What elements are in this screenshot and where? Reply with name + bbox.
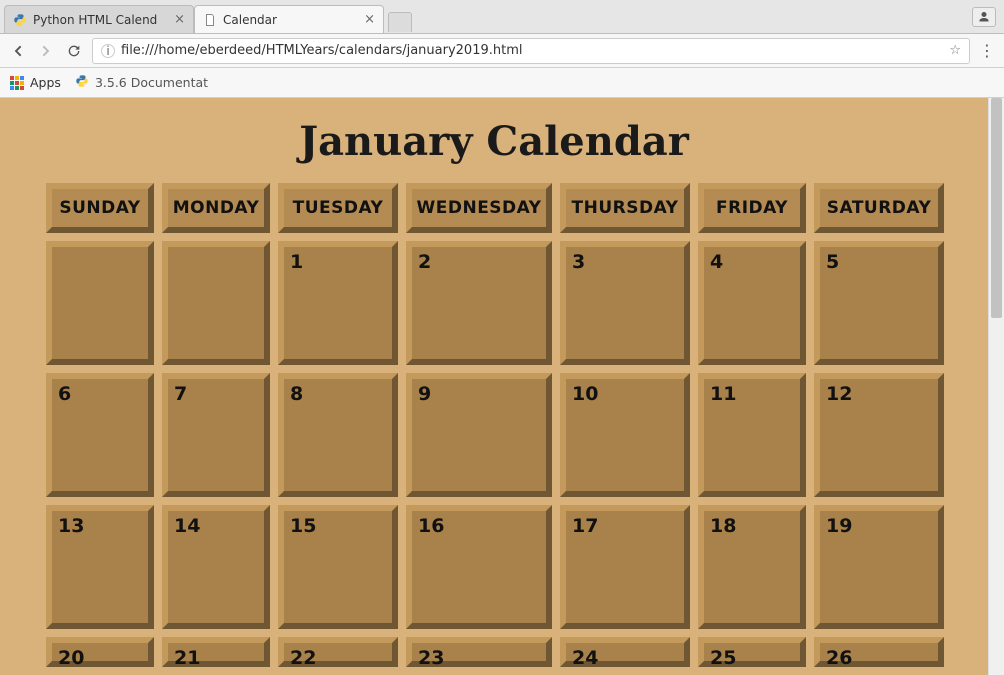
site-info-icon[interactable]: i	[101, 44, 115, 58]
user-menu-button[interactable]	[972, 7, 996, 27]
viewport: January Calendar SUNDAYMONDAYTUESDAYWEDN…	[0, 98, 1004, 675]
scrollbar-thumb[interactable]	[991, 98, 1002, 318]
calendar-cell: 21	[162, 637, 270, 667]
day-header: SATURDAY	[814, 183, 944, 233]
python-icon	[13, 13, 27, 27]
calendar-cell: 1	[278, 241, 398, 365]
calendar-cell: 11	[698, 373, 806, 497]
reload-button[interactable]	[64, 41, 84, 61]
day-header: SUNDAY	[46, 183, 154, 233]
arrow-left-icon	[10, 43, 26, 59]
bookmark-star-icon[interactable]: ☆	[949, 43, 961, 58]
tab-title: Calendar	[223, 13, 358, 27]
back-button[interactable]	[8, 41, 28, 61]
calendar-cell: 7	[162, 373, 270, 497]
calendar-cell: 15	[278, 505, 398, 629]
calendar-cell: 17	[560, 505, 690, 629]
page-title: January Calendar	[0, 118, 988, 165]
calendar-cell: 8	[278, 373, 398, 497]
python-icon	[75, 74, 89, 91]
calendar-cell	[46, 241, 154, 365]
calendar-cell: 23	[406, 637, 552, 667]
calendar-cell: 5	[814, 241, 944, 365]
calendar-cell: 13	[46, 505, 154, 629]
vertical-scrollbar[interactable]	[988, 98, 1004, 675]
calendar-cell: 16	[406, 505, 552, 629]
bookmarks-bar: Apps 3.5.6 Documentat	[0, 68, 1004, 98]
bookmark-label: 3.5.6 Documentat	[95, 75, 208, 90]
toolbar: i file:///home/eberdeed/HTMLYears/calend…	[0, 34, 1004, 68]
calendar-cell: 10	[560, 373, 690, 497]
bookmark-python-docs[interactable]: 3.5.6 Documentat	[75, 74, 208, 91]
tab-title: Python HTML Calend	[33, 13, 168, 27]
calendar-cell: 20	[46, 637, 154, 667]
browser-window: Python HTML Calend × Calendar × i file:/…	[0, 0, 1004, 675]
calendar-grid: SUNDAYMONDAYTUESDAYWEDNESDAYTHURSDAYFRID…	[46, 183, 942, 667]
day-header: TUESDAY	[278, 183, 398, 233]
calendar-cell: 9	[406, 373, 552, 497]
tab-calendar[interactable]: Calendar ×	[194, 5, 384, 33]
apps-label: Apps	[30, 75, 61, 90]
user-icon	[978, 11, 990, 23]
calendar-cell: 24	[560, 637, 690, 667]
calendar-page: January Calendar SUNDAYMONDAYTUESDAYWEDN…	[0, 98, 988, 675]
calendar-cell: 3	[560, 241, 690, 365]
calendar-cell: 12	[814, 373, 944, 497]
calendar-cell: 6	[46, 373, 154, 497]
day-header: THURSDAY	[560, 183, 690, 233]
tab-strip: Python HTML Calend × Calendar ×	[0, 0, 1004, 34]
calendar-cell: 26	[814, 637, 944, 667]
tab-python-html-calendar[interactable]: Python HTML Calend ×	[4, 5, 194, 33]
calendar-cell: 4	[698, 241, 806, 365]
calendar-cell: 18	[698, 505, 806, 629]
address-bar[interactable]: i file:///home/eberdeed/HTMLYears/calend…	[92, 38, 970, 64]
calendar-cell: 14	[162, 505, 270, 629]
apps-icon	[10, 76, 24, 90]
day-header: MONDAY	[162, 183, 270, 233]
day-header: FRIDAY	[698, 183, 806, 233]
calendar-cell: 2	[406, 241, 552, 365]
calendar-cell: 22	[278, 637, 398, 667]
browser-menu-button[interactable]: ⋮	[978, 41, 996, 60]
calendar-cell: 25	[698, 637, 806, 667]
calendar-cell	[162, 241, 270, 365]
page-icon	[203, 13, 217, 27]
url-text: file:///home/eberdeed/HTMLYears/calendar…	[121, 43, 943, 58]
reload-icon	[66, 43, 82, 59]
arrow-right-icon	[38, 43, 54, 59]
close-icon[interactable]: ×	[174, 12, 185, 27]
day-header: WEDNESDAY	[406, 183, 552, 233]
apps-button[interactable]: Apps	[10, 75, 61, 90]
forward-button[interactable]	[36, 41, 56, 61]
new-tab-button[interactable]	[388, 12, 412, 32]
calendar-cell: 19	[814, 505, 944, 629]
close-icon[interactable]: ×	[364, 12, 375, 27]
